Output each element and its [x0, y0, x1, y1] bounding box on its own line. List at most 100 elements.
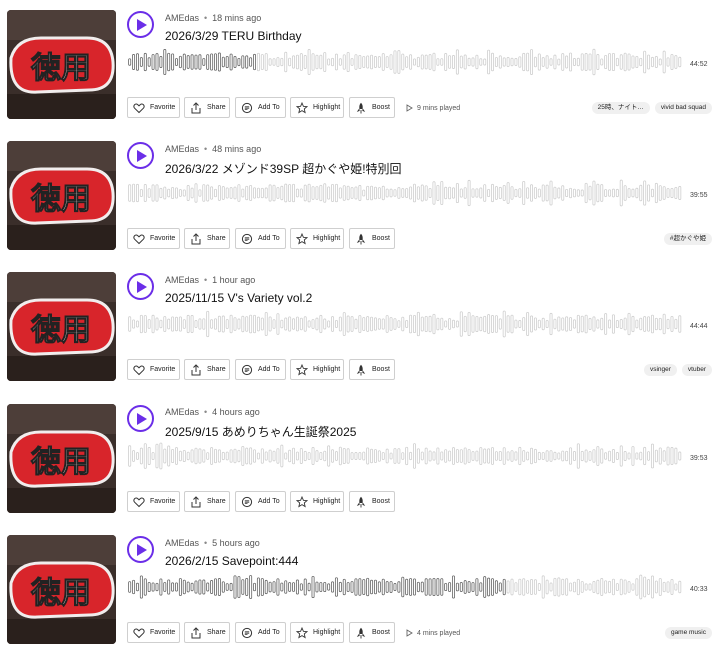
tag-chip[interactable]: vsinger	[643, 364, 677, 376]
waveform-bar	[448, 55, 452, 69]
waveform-bar	[627, 188, 631, 198]
waveform-bar	[405, 319, 409, 329]
waveform-bar	[444, 582, 448, 592]
favorite-button[interactable]: Favorite	[127, 228, 180, 249]
heart-icon	[133, 364, 145, 376]
waveform-bar	[202, 58, 206, 66]
add-to-button[interactable]: Add To	[235, 491, 286, 512]
cover-art[interactable]: 徳用	[7, 141, 116, 250]
waveform-bar	[323, 581, 327, 593]
star-icon	[296, 232, 308, 245]
add-to-button[interactable]: Add To	[235, 228, 286, 249]
waveform-bar	[596, 54, 600, 70]
waveform-bar	[678, 56, 682, 68]
waveform-bar	[319, 451, 323, 461]
waveform[interactable]	[128, 306, 682, 342]
highlight-button[interactable]: Highlight	[290, 491, 344, 512]
waveform[interactable]	[128, 569, 682, 605]
track-title[interactable]: 2026/2/15 Savepoint:444	[165, 554, 298, 568]
author-name[interactable]: AMEdas	[165, 144, 199, 154]
tag-chip[interactable]: #超かぐや姫	[663, 233, 712, 245]
author-name[interactable]: AMEdas	[165, 13, 199, 23]
tag-chip[interactable]: 25時、ナイト…	[591, 102, 650, 114]
waveform-bar	[284, 51, 288, 73]
waveform-bar	[643, 316, 647, 332]
highlight-button[interactable]: Highlight	[290, 228, 344, 249]
waveform-bar	[436, 317, 440, 331]
boost-label: Boost	[372, 235, 390, 242]
highlight-label: Highlight	[313, 366, 341, 373]
svg-text:徳用: 徳用	[30, 182, 91, 217]
tag-chip[interactable]: game music	[664, 627, 712, 639]
waveform-bar	[307, 49, 311, 75]
waveform-bar	[260, 578, 264, 596]
tag-chip[interactable]: vtuber	[681, 364, 712, 376]
share-button[interactable]: Share	[184, 359, 230, 380]
waveform-bar	[370, 316, 374, 332]
boost-button[interactable]: Boost	[349, 97, 395, 118]
cover-art[interactable]: 徳用	[7, 535, 116, 644]
waveform-bar	[615, 188, 619, 198]
waveform-bar	[549, 450, 553, 462]
waveform-bar	[658, 185, 662, 201]
add-to-button[interactable]: Add To	[235, 97, 286, 118]
waveform-bar	[334, 319, 338, 328]
waveform-bar	[350, 187, 354, 199]
track-item: 徳用 AMEdas • 18 mins ago 2026/3/29 TERU Bir…	[0, 0, 727, 131]
boost-button[interactable]: Boost	[349, 359, 395, 380]
favorite-button[interactable]: Favorite	[127, 97, 180, 118]
waveform[interactable]	[128, 438, 682, 474]
author-name[interactable]: AMEdas	[165, 407, 199, 417]
waveform-bar	[311, 53, 315, 71]
play-button[interactable]	[127, 405, 154, 432]
track-title[interactable]: 2026/3/29 TERU Birthday	[165, 29, 302, 43]
favorite-button[interactable]: Favorite	[127, 359, 180, 380]
favorite-button[interactable]: Favorite	[127, 491, 180, 512]
play-button[interactable]	[127, 536, 154, 563]
waveform-bar	[662, 50, 666, 74]
share-button[interactable]: Share	[184, 228, 230, 249]
add-to-button[interactable]: Add To	[235, 359, 286, 380]
waveform-bar	[647, 54, 651, 70]
share-button[interactable]: Share	[184, 97, 230, 118]
waveform-bar	[611, 578, 615, 596]
waveform-bar	[678, 315, 682, 333]
author-name[interactable]: AMEdas	[165, 538, 199, 548]
waveform-bar	[182, 579, 186, 595]
share-icon	[190, 101, 202, 114]
boost-button[interactable]: Boost	[349, 622, 395, 643]
waveform[interactable]	[128, 44, 682, 80]
boost-button[interactable]: Boost	[349, 491, 395, 512]
highlight-button[interactable]: Highlight	[290, 622, 344, 643]
author-name[interactable]: AMEdas	[165, 275, 199, 285]
highlight-button[interactable]: Highlight	[290, 97, 344, 118]
waveform-bar	[331, 581, 335, 593]
play-button[interactable]	[127, 142, 154, 169]
share-button[interactable]: Share	[184, 622, 230, 643]
waveform-bar	[135, 582, 139, 592]
play-button[interactable]	[127, 11, 154, 38]
cover-art[interactable]: 徳用	[7, 404, 116, 513]
play-button[interactable]	[127, 273, 154, 300]
waveform-bar	[346, 51, 350, 73]
waveform-bar	[237, 576, 241, 598]
boost-button[interactable]: Boost	[349, 228, 395, 249]
waveform-bar	[163, 582, 167, 592]
cover-art[interactable]: 徳用	[7, 10, 116, 119]
waveform[interactable]	[128, 175, 682, 211]
waveform-bar	[604, 580, 608, 594]
waveform-bar	[284, 580, 288, 594]
add-to-button[interactable]: Add To	[235, 622, 286, 643]
waveform-bar	[401, 316, 405, 332]
cover-art[interactable]: 徳用	[7, 272, 116, 381]
waveform-bar	[225, 187, 229, 199]
tag-chip[interactable]: vivid bad squad	[654, 102, 712, 114]
waveform-bar	[264, 451, 268, 461]
time-ago: 48 mins ago	[212, 144, 262, 154]
track-title[interactable]: 2025/11/15 V's Variety vol.2	[165, 291, 312, 305]
favorite-button[interactable]: Favorite	[127, 622, 180, 643]
waveform-bar	[370, 579, 374, 595]
waveform-bar	[178, 450, 182, 462]
highlight-button[interactable]: Highlight	[290, 359, 344, 380]
share-button[interactable]: Share	[184, 491, 230, 512]
